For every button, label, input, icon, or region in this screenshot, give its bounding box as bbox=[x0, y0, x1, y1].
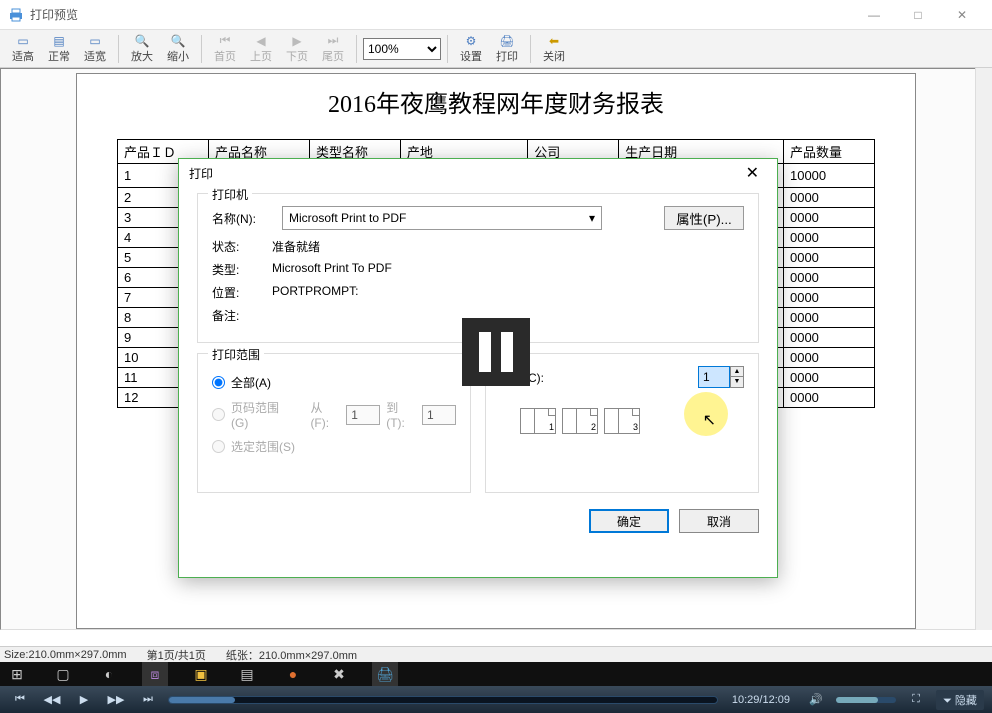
table-cell: 0000 bbox=[783, 268, 874, 288]
zoom-in-button[interactable]: 🔍放大 bbox=[125, 31, 159, 67]
table-cell: 0000 bbox=[783, 188, 874, 208]
print-button[interactable]: 🖨打印 bbox=[490, 31, 524, 67]
task-view-button[interactable]: ▢ bbox=[50, 662, 76, 686]
dialog-title: 打印 bbox=[189, 165, 213, 182]
maximize-button[interactable]: □ bbox=[896, 0, 940, 30]
media-progress-track[interactable] bbox=[168, 696, 718, 704]
taskbar-app-notepad[interactable]: ▤ bbox=[234, 662, 260, 686]
comment-label: 备注: bbox=[212, 307, 272, 324]
printer-select[interactable]: Microsoft Print to PDF▾ bbox=[282, 206, 602, 230]
first-page-button[interactable]: ⏮首页 bbox=[208, 31, 242, 67]
status-page: 第1页/共1页 bbox=[147, 647, 206, 663]
table-cell: 0000 bbox=[783, 308, 874, 328]
media-play-button[interactable]: ▶ bbox=[72, 690, 96, 710]
prev-page-button[interactable]: ◀上页 bbox=[244, 31, 278, 67]
collate-preview: 1 1 2 2 3 3 bbox=[520, 408, 744, 434]
media-forward-button[interactable]: ▶▶ bbox=[104, 690, 128, 710]
table-cell: 0000 bbox=[783, 348, 874, 368]
settings-button[interactable]: ⚙设置 bbox=[454, 31, 488, 67]
range-group-label: 打印范围 bbox=[208, 346, 264, 363]
printer-name-label: 名称(N): bbox=[212, 210, 272, 227]
vertical-scrollbar[interactable] bbox=[975, 68, 992, 630]
table-cell: 0000 bbox=[783, 328, 874, 348]
volume-icon[interactable]: 🔊 bbox=[804, 690, 828, 710]
close-button[interactable]: ✕ bbox=[940, 0, 984, 30]
volume-slider[interactable] bbox=[836, 697, 896, 703]
window-title: 打印预览 bbox=[30, 6, 78, 23]
status-bar: Size:210.0mm×297.0mm 第1页/共1页 纸张：210.0mm×… bbox=[0, 646, 992, 662]
close-toolbar-button[interactable]: ⬅关闭 bbox=[537, 31, 571, 67]
status-value: 准备就绪 bbox=[272, 238, 320, 255]
taskbar-app-printer[interactable]: 🖨 bbox=[372, 662, 398, 686]
printer-group-label: 打印机 bbox=[208, 186, 252, 203]
to-input bbox=[422, 405, 456, 425]
media-rewind-button[interactable]: ◀◀ bbox=[40, 690, 64, 710]
zoom-select[interactable]: 100% bbox=[363, 38, 441, 60]
page-icon: 2 bbox=[576, 408, 598, 434]
media-next-button[interactable]: ⏭ bbox=[136, 690, 160, 710]
taskbar-app-explorer[interactable]: ▣ bbox=[188, 662, 214, 686]
table-cell: 10000 bbox=[783, 164, 874, 188]
last-page-button[interactable]: ⏭尾页 bbox=[316, 31, 350, 67]
window-titlebar: 打印预览 — □ ✕ bbox=[0, 0, 992, 30]
type-value: Microsoft Print To PDF bbox=[272, 261, 392, 278]
start-button[interactable]: ⊞ bbox=[4, 662, 30, 686]
range-selection-radio bbox=[212, 440, 225, 453]
page-icon: 3 bbox=[618, 408, 640, 434]
cancel-button[interactable]: 取消 bbox=[679, 509, 759, 533]
minimize-button[interactable]: — bbox=[852, 0, 896, 30]
copies-spinner[interactable]: ▲▼ bbox=[730, 366, 744, 388]
media-time: 10:29/12:09 bbox=[732, 694, 790, 706]
toolbar: ▭适高 ▤正常 ▭适宽 🔍放大 🔍缩小 ⏮首页 ◀上页 ▶下页 ⏭尾页 100%… bbox=[0, 30, 992, 68]
taskbar-app-firefox[interactable]: ● bbox=[280, 662, 306, 686]
tray-hide-button[interactable]: ⏷ 隐藏 bbox=[936, 690, 984, 710]
table-cell: 0000 bbox=[783, 388, 874, 408]
table-cell: 0000 bbox=[783, 208, 874, 228]
media-control-bar: ⏮ ◀◀ ▶ ▶▶ ⏭ 10:29/12:09 🔊 ⛶ ⏷ 隐藏 bbox=[0, 686, 992, 713]
taskbar-app-1[interactable]: ◐ bbox=[96, 662, 122, 686]
properties-button[interactable]: 属性(P)... bbox=[664, 206, 744, 230]
media-prev-button[interactable]: ⏮ bbox=[8, 690, 32, 710]
range-pages-radio bbox=[212, 408, 225, 421]
report-title: 2016年夜鹰教程网年度财务报表 bbox=[117, 84, 875, 119]
location-value: PORTPROMPT: bbox=[272, 284, 358, 301]
dialog-titlebar: 打印 ✕ bbox=[179, 159, 777, 187]
from-input bbox=[346, 405, 380, 425]
location-label: 位置: bbox=[212, 284, 272, 301]
dialog-close-button[interactable]: ✕ bbox=[738, 161, 767, 185]
taskbar-app-tools[interactable]: ✖ bbox=[326, 662, 352, 686]
fit-height-button[interactable]: ▭适高 bbox=[6, 31, 40, 67]
status-size: Size:210.0mm×297.0mm bbox=[4, 649, 127, 661]
type-label: 类型: bbox=[212, 261, 272, 278]
windows-taskbar: ⊞ ▢ ◐ ⧈ ▣ ▤ ● ✖ 🖨 bbox=[0, 662, 992, 686]
print-range-group: 打印范围 全部(A) 页码范围(G) 从(F): 到(T): 选定范围(S) bbox=[197, 353, 471, 493]
pause-overlay-icon bbox=[462, 318, 530, 386]
fullscreen-button[interactable]: ⛶ bbox=[904, 690, 928, 710]
zoom-out-button[interactable]: 🔍缩小 bbox=[161, 31, 195, 67]
fit-width-button[interactable]: ▭适宽 bbox=[78, 31, 112, 67]
status-paper: 纸张：210.0mm×297.0mm bbox=[226, 647, 357, 663]
normal-button[interactable]: ▤正常 bbox=[42, 31, 76, 67]
table-cell: 0000 bbox=[783, 228, 874, 248]
copies-input[interactable] bbox=[698, 366, 730, 388]
next-page-button[interactable]: ▶下页 bbox=[280, 31, 314, 67]
range-all-radio[interactable] bbox=[212, 376, 225, 389]
table-cell: 0000 bbox=[783, 288, 874, 308]
printer-icon bbox=[8, 7, 24, 23]
status-label: 状态: bbox=[212, 238, 272, 255]
table-header: 产品数量 bbox=[783, 140, 874, 164]
table-cell: 0000 bbox=[783, 368, 874, 388]
taskbar-app-vs[interactable]: ⧈ bbox=[142, 662, 168, 686]
page-icon: 1 bbox=[534, 408, 556, 434]
table-cell: 0000 bbox=[783, 248, 874, 268]
ok-button[interactable]: 确定 bbox=[589, 509, 669, 533]
